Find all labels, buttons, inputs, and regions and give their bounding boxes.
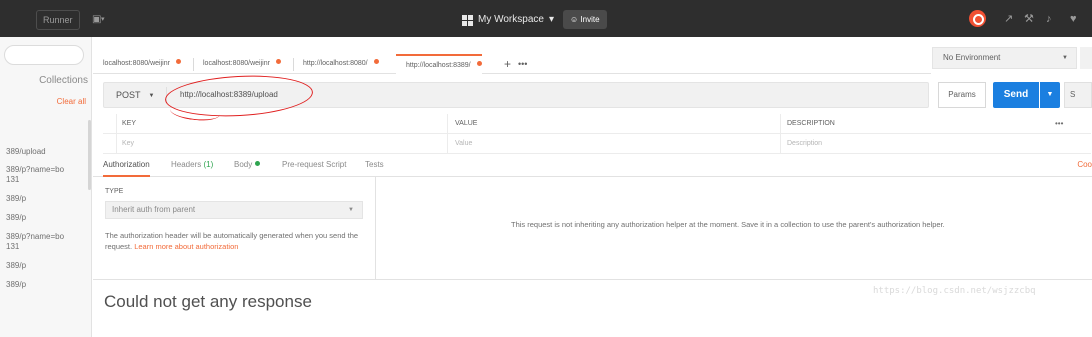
history-item[interactable]: 389/p xyxy=(6,212,84,223)
params-table: KEY VALUE DESCRIPTION Key Value Descript… xyxy=(103,114,1091,154)
chevron-down-icon[interactable]: ▾ xyxy=(101,10,105,30)
tab-tests[interactable]: Tests xyxy=(365,155,384,177)
app-header: Runner ▣ ▾ My Workspace ▾ ☺ Invite ↗ ⚒ ♪… xyxy=(0,0,1092,37)
auth-type-label: TYPE xyxy=(105,188,124,195)
tab-pre-request-script[interactable]: Pre-request Script xyxy=(282,155,346,177)
method-label: POST xyxy=(116,90,141,100)
environment-select[interactable]: No Environment ▼ xyxy=(932,47,1077,69)
new-tab-plus-icon[interactable]: + xyxy=(504,54,511,74)
response-divider[interactable] xyxy=(93,279,1092,280)
history-item-suffix: 131 xyxy=(6,242,20,251)
workspace-label: My Workspace xyxy=(478,14,544,25)
runner-button[interactable]: Runner xyxy=(36,10,80,30)
params-button[interactable]: Params xyxy=(938,82,986,108)
send-button[interactable]: Send xyxy=(993,82,1039,108)
request-tab-label: localhost:8080/weijinr xyxy=(203,60,270,67)
request-tabs: localhost:8080/weijinr localhost:8080/we… xyxy=(93,49,931,74)
tab-headers[interactable]: Headers (1) xyxy=(171,155,213,177)
cookies-link[interactable]: Coo xyxy=(1077,155,1092,177)
history-item[interactable]: 389/p xyxy=(6,260,84,271)
tabs-more-icon[interactable]: ••• xyxy=(518,54,527,74)
body-indicator-dot-icon xyxy=(255,161,261,166)
request-sub-tabs: Authorization Headers (1) Body Pre-reque… xyxy=(93,155,1092,177)
sidebar-scrollbar[interactable] xyxy=(88,120,91,190)
invite-label: Invite xyxy=(580,15,600,24)
headers-count-badge: (1) xyxy=(203,160,214,169)
tab-headers-label: Headers xyxy=(171,160,202,169)
notifications-bell-icon[interactable]: ♪ xyxy=(1046,11,1052,27)
table-column-divider xyxy=(116,114,117,154)
unsaved-dot-icon xyxy=(476,61,482,66)
chevron-down-icon: ▼ xyxy=(1062,55,1068,61)
auth-inherit-message: This request is not inheriting any autho… xyxy=(511,220,945,229)
auth-type-panel: TYPE Inherit auth from parent ▼ The auth… xyxy=(93,177,376,279)
table-header-row: KEY VALUE DESCRIPTION xyxy=(103,114,1091,134)
chevron-down-icon: ▾ xyxy=(548,14,554,25)
watermark: https://blog.csdn.net/wsjzzcbq xyxy=(873,286,1036,296)
column-header-value: VALUE xyxy=(455,120,478,127)
clear-all-button[interactable]: Clear all xyxy=(30,97,86,106)
request-tab[interactable]: localhost:8080/weijinr xyxy=(193,54,281,74)
request-tab[interactable]: http://localhost:8080/ xyxy=(293,54,379,74)
tab-body-label: Body xyxy=(234,160,253,169)
method-select[interactable]: POST ▼ xyxy=(116,83,154,107)
request-tab-label: http://localhost:8080/ xyxy=(303,60,368,67)
auth-type-select[interactable]: Inherit auth from parent ▼ xyxy=(105,201,363,219)
chevron-down-icon: ▼ xyxy=(148,93,155,99)
request-tab[interactable]: localhost:8080/weijinr xyxy=(93,54,181,74)
unsaved-dot-icon xyxy=(373,59,379,64)
table-row: Key Value Description xyxy=(103,134,1091,154)
response-error-title: Could not get any response xyxy=(104,292,312,311)
auth-type-value: Inherit auth from parent xyxy=(112,205,196,214)
history-item-suffix: 131 xyxy=(6,175,20,184)
request-tab-active[interactable]: http://localhost:8389/ xyxy=(396,54,482,74)
table-more-icon[interactable]: ••• xyxy=(1055,114,1063,134)
key-input[interactable]: Key xyxy=(122,134,134,154)
environment-label: No Environment xyxy=(943,53,1001,62)
satellite-icon[interactable]: ↗ xyxy=(1004,11,1013,27)
request-tab-label: http://localhost:8389/ xyxy=(406,62,471,69)
save-button[interactable]: S xyxy=(1064,82,1092,108)
request-tab-label: localhost:8080/weijinr xyxy=(103,60,170,67)
unsaved-dot-icon xyxy=(275,59,281,64)
tab-authorization[interactable]: Authorization xyxy=(103,155,150,177)
table-column-divider xyxy=(780,114,781,154)
workspace-switcher[interactable]: My Workspace ▾ xyxy=(462,10,554,30)
column-header-description: DESCRIPTION xyxy=(787,120,835,127)
auth-help-text: The authorization header will be automat… xyxy=(105,230,367,252)
sidebar: Collections Clear all 389/upload 389/p?n… xyxy=(0,37,92,337)
history-search-input[interactable] xyxy=(4,45,84,65)
chevron-down-icon: ▼ xyxy=(348,207,354,213)
unsaved-dot-icon xyxy=(175,59,181,64)
auth-info-panel: This request is not inheriting any autho… xyxy=(377,177,1092,279)
sync-status-icon[interactable] xyxy=(969,10,986,27)
environment-quick-look-icon[interactable] xyxy=(1080,47,1092,69)
add-user-icon: ☺ xyxy=(570,15,579,24)
collections-tab[interactable]: Collections xyxy=(8,75,88,86)
history-item[interactable]: 389/p xyxy=(6,279,84,290)
settings-wrench-icon[interactable]: ⚒ xyxy=(1024,11,1034,27)
invite-button[interactable]: ☺ Invite xyxy=(563,10,607,29)
column-header-key: KEY xyxy=(122,120,137,127)
description-input[interactable]: Description xyxy=(787,134,822,154)
heart-icon[interactable]: ♥ xyxy=(1070,11,1077,27)
send-options-chevron-icon[interactable]: ▼ xyxy=(1040,82,1060,108)
workspace-grid-icon xyxy=(462,14,473,26)
history-item[interactable]: 389/p xyxy=(6,193,84,204)
value-input[interactable]: Value xyxy=(455,134,472,154)
learn-more-auth-link[interactable]: Learn more about authorization xyxy=(134,242,238,251)
history-item[interactable]: 389/upload xyxy=(6,146,84,157)
tab-body[interactable]: Body xyxy=(234,155,261,177)
table-column-divider xyxy=(447,114,448,154)
